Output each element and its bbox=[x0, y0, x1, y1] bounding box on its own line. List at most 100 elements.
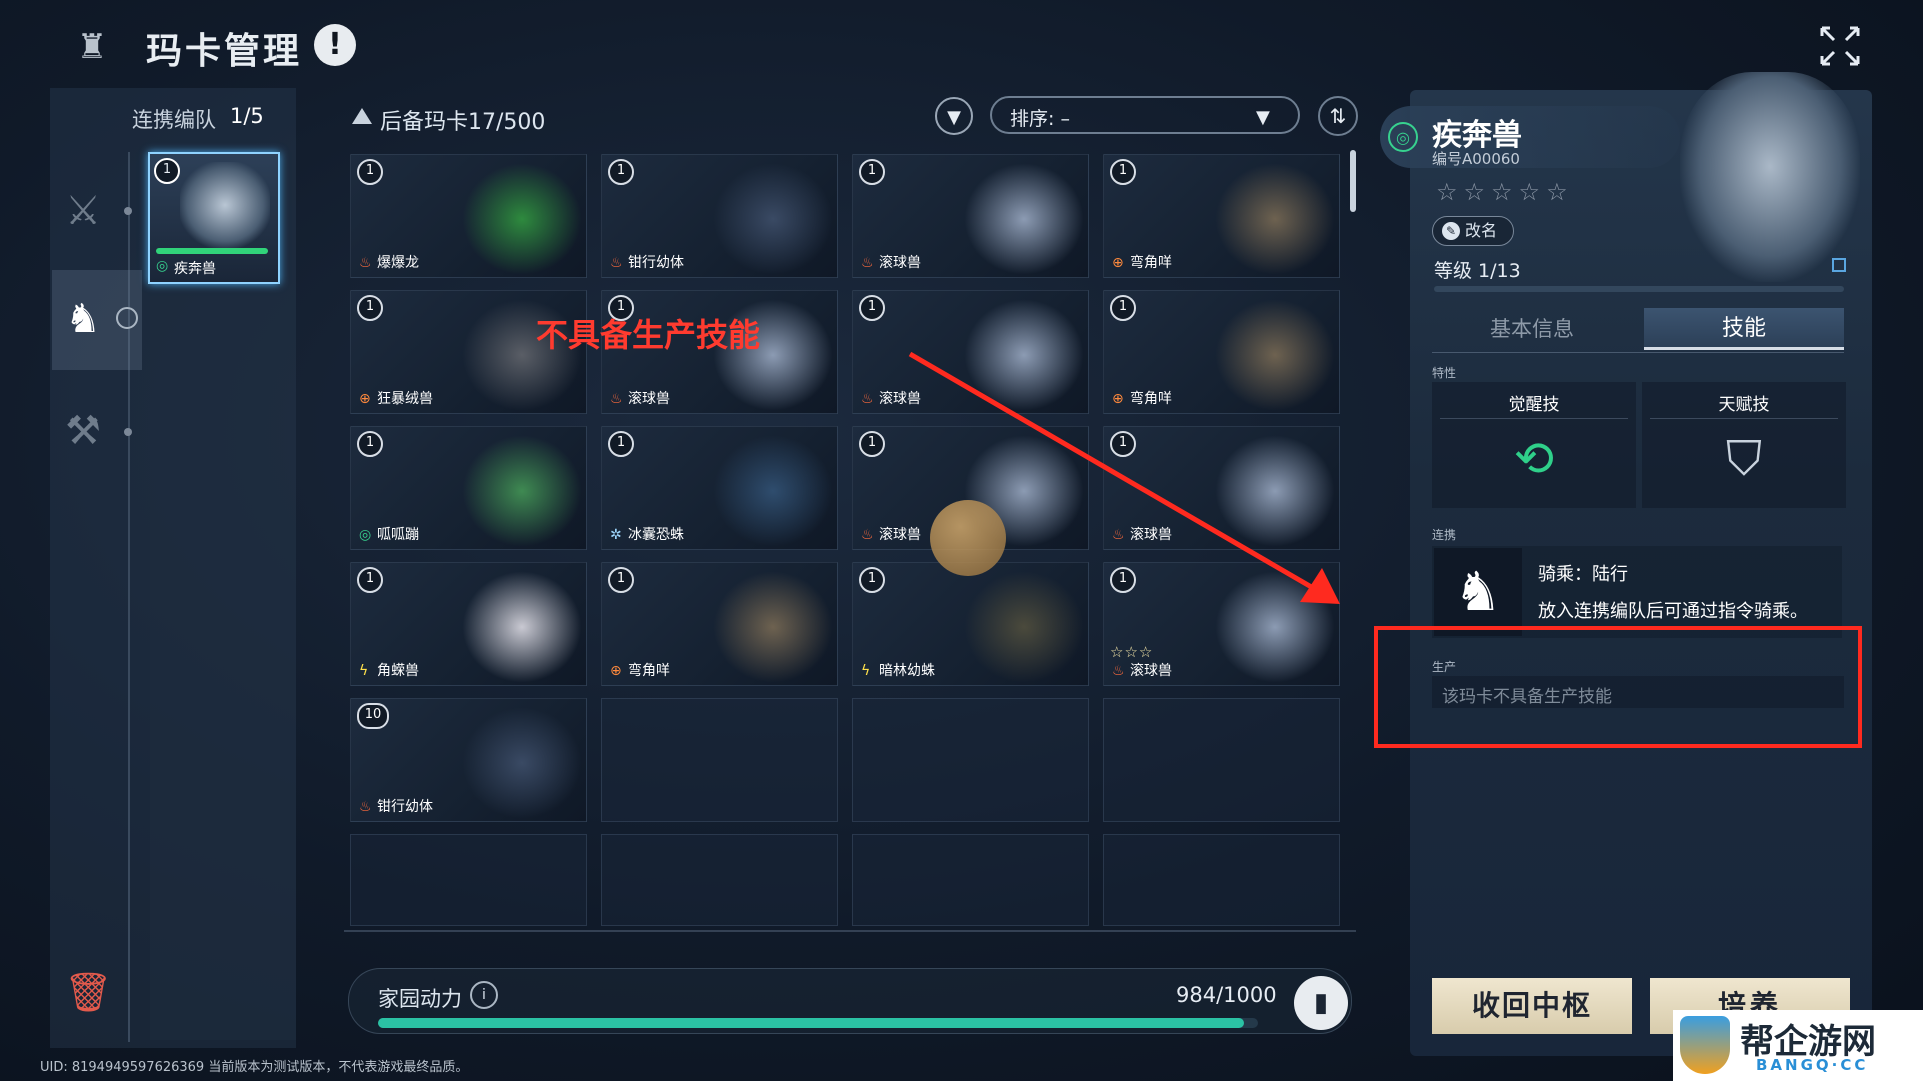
team-count: 1/5 bbox=[230, 104, 264, 128]
riding-horse-icon: ♞ bbox=[1434, 548, 1522, 636]
talent-shield-icon: ⛉ bbox=[1725, 431, 1762, 487]
creature-art bbox=[180, 162, 270, 248]
reserve-card[interactable]: 1 ◎ 呱呱蹦 bbox=[350, 426, 587, 550]
creature-art bbox=[462, 435, 582, 547]
filter-icon[interactable]: ▼ bbox=[935, 97, 973, 135]
sort-order-icon[interactable]: ⇅ bbox=[1318, 96, 1358, 136]
level-badge: 1 bbox=[608, 431, 634, 457]
detail-level: 等级 1/13 bbox=[1434, 260, 1521, 282]
side-dot bbox=[124, 207, 132, 215]
page-title: 玛卡管理 bbox=[146, 31, 303, 72]
level-badge: 1 bbox=[154, 158, 180, 184]
link-description: 放入连携编队后可通过指令骑乘。 bbox=[1538, 601, 1808, 622]
reserve-card[interactable]: 1 ✲ 冰囊恐蛛 bbox=[601, 426, 838, 550]
creature-art bbox=[713, 571, 833, 683]
side-dot bbox=[124, 428, 132, 436]
expand-icon[interactable] bbox=[1832, 258, 1846, 272]
empty-card-slot bbox=[1103, 834, 1340, 926]
battery-icon[interactable]: ▮ bbox=[1294, 976, 1348, 1030]
chevron-down-icon: ▼ bbox=[1256, 107, 1270, 128]
link-title: 骑乘：陆行 bbox=[1538, 564, 1628, 585]
card-name: 冰囊恐蛛 bbox=[628, 527, 684, 543]
reserve-card[interactable]: 1 ⊕ 弯角咩 bbox=[1103, 154, 1340, 278]
fire-element-icon: ♨ bbox=[861, 255, 874, 271]
annotation-text: 不具备生产技能 bbox=[536, 316, 761, 354]
reserve-card[interactable]: 10 ♨ 钳行幼体 bbox=[350, 698, 587, 822]
talent-title: 天赋技 bbox=[1718, 395, 1770, 415]
grid-scrollbar[interactable] bbox=[1350, 150, 1356, 212]
mascot-image bbox=[930, 500, 1006, 576]
annotation-box bbox=[1374, 626, 1862, 748]
riding-horse-icon[interactable]: ♞ bbox=[58, 294, 108, 344]
trash-icon[interactable]: 🗑 bbox=[64, 970, 112, 1014]
level-badge: 1 bbox=[859, 567, 885, 593]
level-badge: 1 bbox=[859, 431, 885, 457]
team-slot-active[interactable]: 1 ◎ 疾奔兽 bbox=[148, 152, 280, 284]
card-name: 呱呱蹦 bbox=[377, 527, 419, 543]
side-selected-ring bbox=[116, 307, 138, 329]
level-badge: 1 bbox=[357, 431, 383, 457]
info-icon[interactable]: i bbox=[470, 981, 498, 1009]
card-name: 爆爆龙 bbox=[377, 255, 419, 271]
level-badge: 1 bbox=[608, 159, 634, 185]
detail-name-plate bbox=[1380, 106, 1680, 168]
emblem-icon: ♜ bbox=[76, 27, 108, 67]
divider bbox=[1650, 418, 1838, 419]
reserve-card[interactable]: 1 ♨ 钳行幼体 bbox=[601, 154, 838, 278]
wind-element-icon: ◎ bbox=[156, 258, 169, 274]
warning-icon[interactable]: ! bbox=[314, 24, 356, 66]
divider bbox=[1432, 352, 1844, 353]
gathering-axe-icon[interactable]: ⚒ bbox=[58, 406, 108, 456]
empty-card-slot bbox=[852, 698, 1089, 822]
creature-art bbox=[713, 435, 833, 547]
empty-card-slot bbox=[350, 834, 587, 926]
creature-art bbox=[1215, 163, 1335, 275]
combat-sword-icon[interactable]: ⚔ bbox=[58, 186, 108, 236]
reserve-card[interactable]: 1 ⊕ 弯角咩 bbox=[601, 562, 838, 686]
home-power-value: 984/1000 bbox=[1176, 983, 1277, 1007]
level-badge: 1 bbox=[1110, 159, 1136, 185]
earth-element-icon: ⊕ bbox=[359, 391, 371, 407]
home-power-label: 家园动力 bbox=[378, 987, 462, 1011]
detail-id: 编号A00060 bbox=[1432, 150, 1520, 168]
card-name: 滚球兽 bbox=[879, 255, 921, 271]
empty-card-slot bbox=[601, 698, 838, 822]
card-name: 滚球兽 bbox=[1130, 663, 1172, 679]
earth-element-icon: ⊕ bbox=[610, 663, 622, 679]
fire-element-icon: ♨ bbox=[1112, 663, 1125, 679]
awaken-swirl-icon: ⟲ bbox=[1513, 431, 1555, 487]
card-name: 弯角咩 bbox=[1130, 255, 1172, 271]
fire-element-icon: ♨ bbox=[861, 391, 874, 407]
level-badge: 1 bbox=[357, 567, 383, 593]
awaken-title: 觉醒技 bbox=[1508, 395, 1560, 415]
level-badge: 1 bbox=[859, 159, 885, 185]
watermark-subtext: BANGQ·CC bbox=[1756, 1056, 1869, 1074]
link-label: 连携 bbox=[1432, 528, 1457, 542]
level-progress bbox=[1434, 286, 1844, 292]
reserve-card[interactable]: 1 ♨ 爆爆龙 bbox=[350, 154, 587, 278]
empty-card-slot bbox=[601, 834, 838, 926]
creature-portrait bbox=[1680, 72, 1860, 282]
ice-element-icon: ✲ bbox=[610, 527, 622, 543]
earth-element-icon: ⊕ bbox=[1112, 255, 1124, 271]
divider bbox=[344, 930, 1356, 932]
card-name: 弯角咩 bbox=[628, 663, 670, 679]
rarity-stars: ☆☆☆☆☆ bbox=[1436, 178, 1574, 206]
close-icon[interactable] bbox=[1816, 22, 1864, 70]
creature-art bbox=[964, 163, 1084, 275]
rarity-stars: ☆☆☆ bbox=[1110, 643, 1154, 661]
fire-element-icon: ♨ bbox=[359, 799, 372, 815]
wind-element-icon: ◎ bbox=[1388, 122, 1418, 152]
level-badge: 1 bbox=[859, 295, 885, 321]
reserve-card[interactable]: 1 ♨ 滚球兽 bbox=[852, 154, 1089, 278]
card-name: 暗林幼蛛 bbox=[879, 663, 935, 679]
recall-button[interactable]: 收回中枢 bbox=[1432, 978, 1632, 1034]
team-label: 连携编队 bbox=[132, 108, 216, 132]
card-name: 钳行幼体 bbox=[628, 255, 684, 271]
empty-card-slot bbox=[1103, 698, 1340, 822]
tab-skill[interactable]: 技能 bbox=[1644, 308, 1844, 350]
empty-card-slot bbox=[852, 834, 1089, 926]
tab-basic-info[interactable]: 基本信息 bbox=[1432, 308, 1632, 350]
slot-hp-bar bbox=[156, 248, 268, 254]
reserve-card[interactable]: 1 ϟ 角蝾兽 bbox=[350, 562, 587, 686]
